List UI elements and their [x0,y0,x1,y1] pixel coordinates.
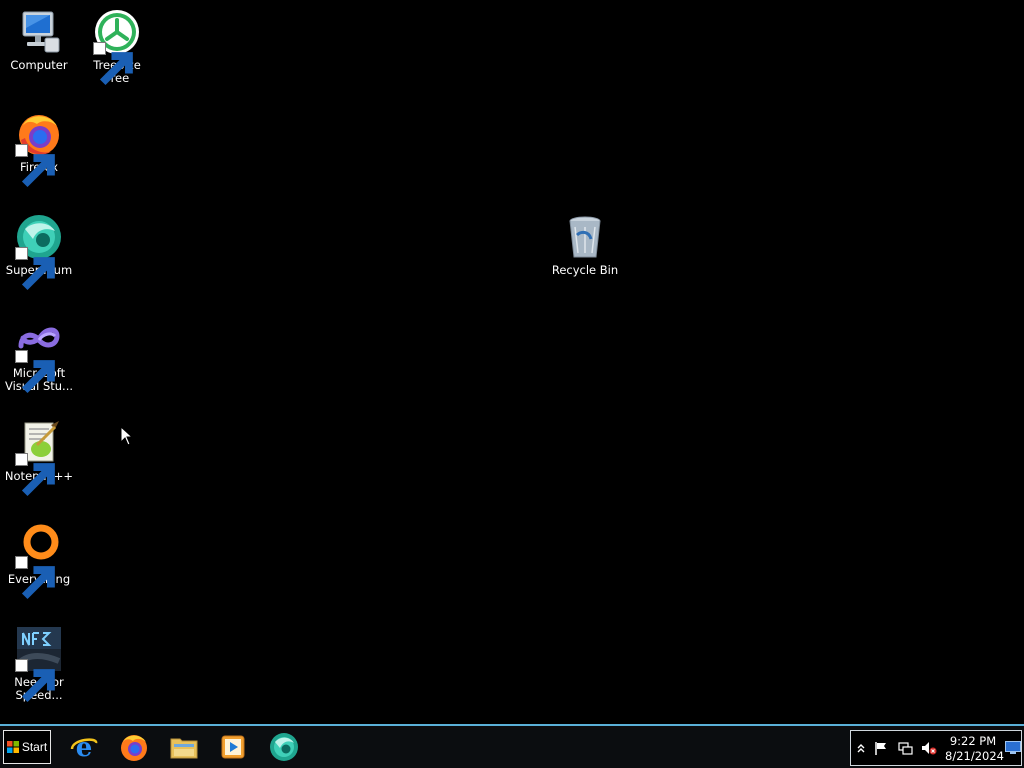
svg-text:e: e [76,733,93,763]
internet-explorer-icon: e [70,733,98,763]
shortcut-arrow-icon [15,247,55,291]
desktop-icon-label: Recycle Bin [551,263,619,277]
windows-logo-icon [6,741,19,753]
clock-time: 9:22 PM [949,734,997,748]
taskbar-app-file-explorer[interactable] [166,730,202,764]
firefox-icon [15,110,63,188]
desktop-icon-supermium[interactable]: Supermium [0,213,78,291]
taskbar-app-media-player[interactable] [215,730,251,764]
start-button[interactable]: Start [3,730,51,764]
visual-studio-icon [15,316,63,394]
supermium-icon [270,733,298,761]
clock[interactable]: 9:22 PM 8/21/2024 [945,734,1004,764]
everything-icon [15,522,63,600]
desktop-icon-everything[interactable]: Everything [0,522,78,600]
recycle-bin-icon [561,213,609,261]
show-desktop-icon [1005,741,1021,754]
desktop-icon-notepadpp[interactable]: Notepad++ [0,419,78,497]
show-desktop-button[interactable] [1005,740,1021,754]
computer-icon [15,8,63,56]
desktop-icon-label: Computer [10,58,68,72]
desktop-icon-recycle-bin[interactable]: Recycle Bin [546,213,624,277]
shortcut-arrow-icon [15,144,55,188]
notepadpp-icon [15,419,63,497]
media-player-icon [221,735,245,759]
volume-muted-icon[interactable] [921,740,937,756]
network-icon[interactable] [897,740,913,756]
shortcut-arrow-icon [15,659,55,703]
system-tray: 9:22 PM 8/21/2024 [850,730,1022,766]
desktop: Computer TreeSize Free Firefox Supermium… [0,0,1024,724]
desktop-icon-treesize[interactable]: TreeSize Free [78,8,156,86]
action-center-flag-icon[interactable] [873,740,889,756]
desktop-icon-need-for-speed[interactable]: Need for Speed... [0,625,78,703]
desktop-icon-visual-studio[interactable]: Microsoft Visual Stu... [0,316,78,394]
taskbar-app-internet-explorer[interactable]: e [66,730,102,764]
show-hidden-icons-chevron-icon[interactable] [853,740,869,756]
taskbar-app-supermium[interactable] [266,730,302,764]
taskbar: Start e 9:22 PM 8/21/2024 [0,724,1024,768]
desktop-icon-computer[interactable]: Computer [0,8,78,72]
file-explorer-icon [170,738,198,759]
supermium-icon [15,213,63,291]
need-for-speed-icon [15,625,63,703]
shortcut-arrow-icon [93,42,133,86]
shortcut-arrow-icon [15,453,55,497]
firefox-icon [121,735,147,761]
taskbar-app-firefox[interactable] [116,730,152,764]
clock-date: 8/21/2024 [945,749,1004,763]
shortcut-arrow-icon [15,350,55,394]
treesize-icon [93,8,141,86]
shortcut-arrow-icon [15,556,55,600]
mouse-cursor-icon [120,426,134,446]
desktop-icon-firefox[interactable]: Firefox [0,110,78,188]
start-button-label: Start [21,740,48,754]
